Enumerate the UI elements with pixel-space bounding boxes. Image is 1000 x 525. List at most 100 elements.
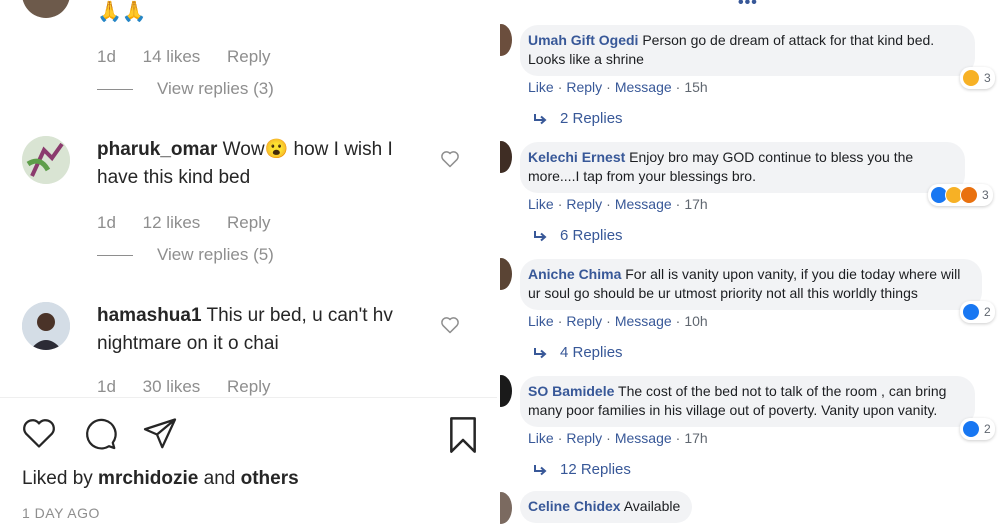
reply-link[interactable]: Reply <box>566 79 602 95</box>
divider-line <box>97 88 133 90</box>
comment-username[interactable]: pharuk_omar <box>97 139 217 160</box>
replies-count: 2 Replies <box>560 110 623 127</box>
like-reaction-icon <box>962 420 980 438</box>
liked-mid: and <box>198 468 241 489</box>
haha-reaction-icon <box>962 69 980 87</box>
angry-reaction-icon <box>960 186 978 204</box>
heart-icon[interactable] <box>440 149 460 169</box>
reply-link[interactable]: Reply <box>566 313 602 329</box>
surprised-emoji-icon: 😮 <box>264 139 289 160</box>
avatar[interactable] <box>500 141 512 173</box>
like-link[interactable]: Like <box>528 430 554 446</box>
replies-count: 4 Replies <box>560 344 623 361</box>
comment-meta: 1d 12 likes Reply <box>97 213 293 233</box>
comment-text: 🙏🙏 <box>97 1 147 23</box>
comment-meta: 1d 30 likes Reply <box>97 377 293 397</box>
reply-button[interactable]: Reply <box>227 213 270 232</box>
comment-bubble: Aniche Chima For all is vanity upon vani… <box>520 259 982 310</box>
view-replies-button[interactable]: View replies (3) <box>97 79 274 99</box>
reply-arrow-icon <box>534 464 547 475</box>
comment-text: hamashua1 This ur bed, u can't hv nightm… <box>97 302 427 358</box>
reaction-summary[interactable]: 3 <box>960 67 995 89</box>
avatar[interactable] <box>500 492 512 524</box>
comment-text: pharuk_omar Wow😮 how I wish I have this … <box>97 136 427 192</box>
view-replies-button[interactable]: 6 Replies <box>534 227 623 244</box>
view-replies-button[interactable]: 12 Replies <box>534 461 631 478</box>
more-options-icon[interactable]: ••• <box>738 0 758 12</box>
reaction-count: 3 <box>984 71 991 85</box>
liked-others-link[interactable]: others <box>241 468 299 489</box>
replies-count: 6 Replies <box>560 227 623 244</box>
facebook-comments-panel: ••• Umah Gift Ogedi Person go de dream o… <box>500 0 1000 525</box>
commenter-name[interactable]: Aniche Chima <box>528 266 621 282</box>
view-replies-label: View replies (5) <box>157 245 274 264</box>
view-replies-button[interactable]: 2 Replies <box>534 110 623 127</box>
comment-time[interactable]: 17h <box>684 196 707 212</box>
comment-username[interactable]: hamashua1 <box>97 305 202 326</box>
comment-time[interactable]: 17h <box>684 430 707 446</box>
avatar[interactable] <box>22 136 70 184</box>
reaction-count: 3 <box>982 188 989 202</box>
like-link[interactable]: Like <box>528 196 554 212</box>
comment-actions: Like · Reply · Message · 10h <box>528 313 708 329</box>
reaction-summary[interactable]: 3 <box>928 184 993 206</box>
commenter-name[interactable]: Celine Chidex <box>528 498 621 514</box>
message-link[interactable]: Message <box>615 79 672 95</box>
view-replies-button[interactable]: View replies (5) <box>97 245 274 265</box>
reply-button[interactable]: Reply <box>227 377 270 396</box>
share-icon[interactable] <box>140 415 180 451</box>
replies-count: 12 Replies <box>560 461 631 478</box>
likes-count[interactable]: 14 likes <box>143 47 201 66</box>
reply-arrow-icon <box>534 347 547 358</box>
avatar-image <box>22 302 70 350</box>
likes-count[interactable]: 30 likes <box>143 377 201 396</box>
comment-time[interactable]: 10h <box>684 313 707 329</box>
message-link[interactable]: Message <box>615 313 672 329</box>
comment-bubble: Celine Chidex Available <box>520 491 693 523</box>
avatar-image <box>22 136 70 184</box>
reaction-summary[interactable]: 2 <box>960 301 995 323</box>
avatar[interactable] <box>22 0 70 18</box>
reaction-count: 2 <box>984 422 991 436</box>
like-reaction-icon <box>962 303 980 321</box>
heart-icon[interactable] <box>440 315 460 335</box>
post-timestamp: 1 DAY AGO <box>22 505 100 521</box>
reply-arrow-icon <box>534 113 547 124</box>
commenter-name[interactable]: Kelechi Ernest <box>528 149 625 165</box>
commenter-name[interactable]: Umah Gift Ogedi <box>528 32 638 48</box>
comment-time[interactable]: 15h <box>684 79 707 95</box>
instagram-comments-panel: 🙏🙏 1d 14 likes Reply View replies (3) ph… <box>0 0 497 525</box>
avatar[interactable] <box>500 375 512 407</box>
divider-line <box>97 254 133 256</box>
view-replies-label: View replies (3) <box>157 79 274 98</box>
comment-body: Available <box>623 498 681 514</box>
commenter-name[interactable]: SO Bamidele <box>528 383 614 399</box>
comment-age: 1d <box>97 377 116 396</box>
reply-button[interactable]: Reply <box>227 47 270 66</box>
comment-age: 1d <box>97 213 116 232</box>
bookmark-icon[interactable] <box>446 415 480 455</box>
message-link[interactable]: Message <box>615 430 672 446</box>
comment-bubble: SO Bamidele The cost of the bed not to t… <box>520 376 975 427</box>
comment-age: 1d <box>97 47 116 66</box>
heart-icon[interactable] <box>20 415 58 451</box>
reply-link[interactable]: Reply <box>566 430 602 446</box>
like-link[interactable]: Like <box>528 79 554 95</box>
message-link[interactable]: Message <box>615 196 672 212</box>
comment-meta: 1d 14 likes Reply <box>97 47 293 67</box>
comment-bubble: Umah Gift Ogedi Person go de dream of at… <box>520 25 975 76</box>
like-link[interactable]: Like <box>528 313 554 329</box>
liked-by-text: Liked by mrchidozie and others <box>22 468 299 490</box>
post-action-bar: Liked by mrchidozie and others 1 DAY AGO <box>0 397 497 525</box>
comment-actions: Like · Reply · Message · 17h <box>528 430 708 446</box>
view-replies-button[interactable]: 4 Replies <box>534 344 623 361</box>
avatar[interactable] <box>500 258 512 290</box>
comment-actions: Like · Reply · Message · 15h <box>528 79 708 95</box>
reaction-summary[interactable]: 2 <box>960 418 995 440</box>
avatar[interactable] <box>500 24 512 56</box>
reply-link[interactable]: Reply <box>566 196 602 212</box>
avatar[interactable] <box>22 302 70 350</box>
comment-icon[interactable] <box>80 415 120 451</box>
liked-user-link[interactable]: mrchidozie <box>98 468 198 489</box>
likes-count[interactable]: 12 likes <box>143 213 201 232</box>
